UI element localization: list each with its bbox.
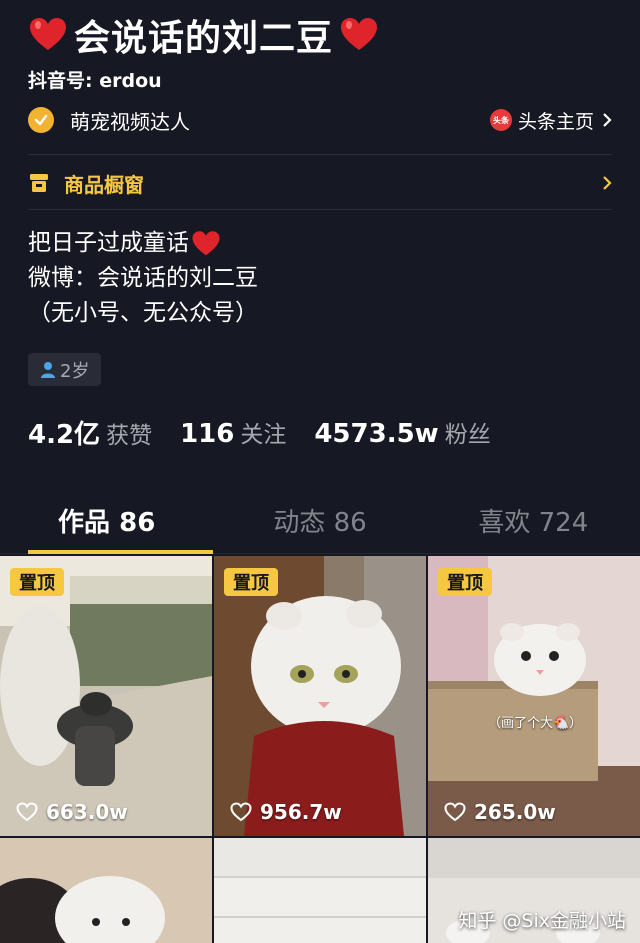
tab-works[interactable]: 作品 86 xyxy=(0,488,214,554)
bio-line: 微博：会说话的刘二豆 xyxy=(28,265,258,291)
stat-label: 关注 xyxy=(240,422,287,448)
video-cover-image xyxy=(0,838,212,943)
verified-check-icon xyxy=(28,107,54,133)
video-cover-image xyxy=(0,556,212,836)
heart-outline-icon xyxy=(230,802,252,822)
toutiao-link-label: 头条主页 xyxy=(517,110,594,133)
stat-value: 4573.5w xyxy=(314,419,439,449)
stat-label: 获赞 xyxy=(106,422,153,449)
verification-badge: 萌宠视频达人 xyxy=(28,106,190,135)
shop-icon xyxy=(30,174,48,192)
video-cover-image xyxy=(214,838,426,943)
douyin-id: 抖音号: erdou xyxy=(28,70,162,92)
heart-icon xyxy=(192,230,220,255)
video-grid: 置顶 663.0w 置顶 956.7w 置顶 （画了个大🐔） 265.0w xyxy=(0,556,640,943)
bio-line: 把日子过成童话 xyxy=(28,230,189,256)
tab-likes[interactable]: 喜欢 724 xyxy=(427,488,640,553)
video-thumbnail[interactable]: 置顶 956.7w xyxy=(214,556,426,836)
profile-name: 会说话的刘二豆 xyxy=(74,18,334,59)
divider xyxy=(28,154,612,155)
shop-window-label: 商品橱窗 xyxy=(64,172,144,197)
pinned-badge: 置顶 xyxy=(438,568,492,596)
pinned-badge: 置顶 xyxy=(10,568,64,596)
video-cover-image xyxy=(428,556,640,836)
pinned-badge: 置顶 xyxy=(224,568,278,596)
stat-value: 116 xyxy=(180,419,235,449)
stat-label: 粉丝 xyxy=(444,422,491,448)
verification-text: 萌宠视频达人 xyxy=(70,109,190,134)
stat-followers[interactable]: 4573.5w 粉丝 xyxy=(314,415,490,449)
watermark: 知乎 @Six金融小站 xyxy=(458,910,626,932)
stat-value: 4.2亿 xyxy=(28,419,101,450)
heart-outline-icon xyxy=(444,802,466,822)
toutiao-icon: 头条 xyxy=(489,109,512,131)
person-icon xyxy=(41,361,55,378)
shop-window-row[interactable]: 商品橱窗 xyxy=(28,163,612,203)
video-likes-count: 265.0w xyxy=(474,800,556,824)
stat-following[interactable]: 116 关注 xyxy=(180,415,286,449)
toutiao-homepage-link[interactable]: 头条 头条主页 xyxy=(489,107,612,134)
divider xyxy=(28,209,612,210)
video-caption: （画了个大🐔） xyxy=(488,716,583,731)
video-thumbnail[interactable]: 置顶 （画了个大🐔） 265.0w xyxy=(428,556,640,836)
video-thumbnail[interactable] xyxy=(214,838,426,943)
chevron-right-icon xyxy=(603,113,612,127)
heart-outline-icon xyxy=(16,802,38,822)
stat-likes: 4.2亿 获赞 xyxy=(28,414,152,451)
video-cover-image xyxy=(214,556,426,836)
tab-activity[interactable]: 动态 86 xyxy=(213,488,426,553)
bio-line: （无小号、无公众号） xyxy=(28,300,258,326)
video-likes-count: 956.7w xyxy=(260,800,342,824)
stats-row: 4.2亿 获赞 116 关注 4573.5w 粉丝 xyxy=(28,410,519,454)
verification-row: 萌宠视频达人 头条 头条主页 xyxy=(28,100,612,140)
chevron-right-icon xyxy=(603,176,612,190)
video-likes: 663.0w xyxy=(16,800,128,824)
video-likes: 956.7w xyxy=(230,800,342,824)
video-thumbnail[interactable] xyxy=(0,838,212,943)
content-tabs: 作品 86 动态 86 喜欢 724 xyxy=(0,488,640,554)
profile-title-row: 会说话的刘二豆 xyxy=(28,10,379,60)
heart-icon xyxy=(341,18,378,50)
video-likes-count: 663.0w xyxy=(46,800,128,824)
age-tag: 2岁 xyxy=(28,353,102,386)
age-text: 2岁 xyxy=(60,360,90,382)
video-likes: 265.0w xyxy=(444,800,556,824)
bio: 把日子过成童话 微博：会说话的刘二豆 （无小号、无公众号） xyxy=(28,226,258,331)
heart-icon xyxy=(30,18,66,50)
video-thumbnail[interactable]: 置顶 663.0w xyxy=(0,556,212,836)
